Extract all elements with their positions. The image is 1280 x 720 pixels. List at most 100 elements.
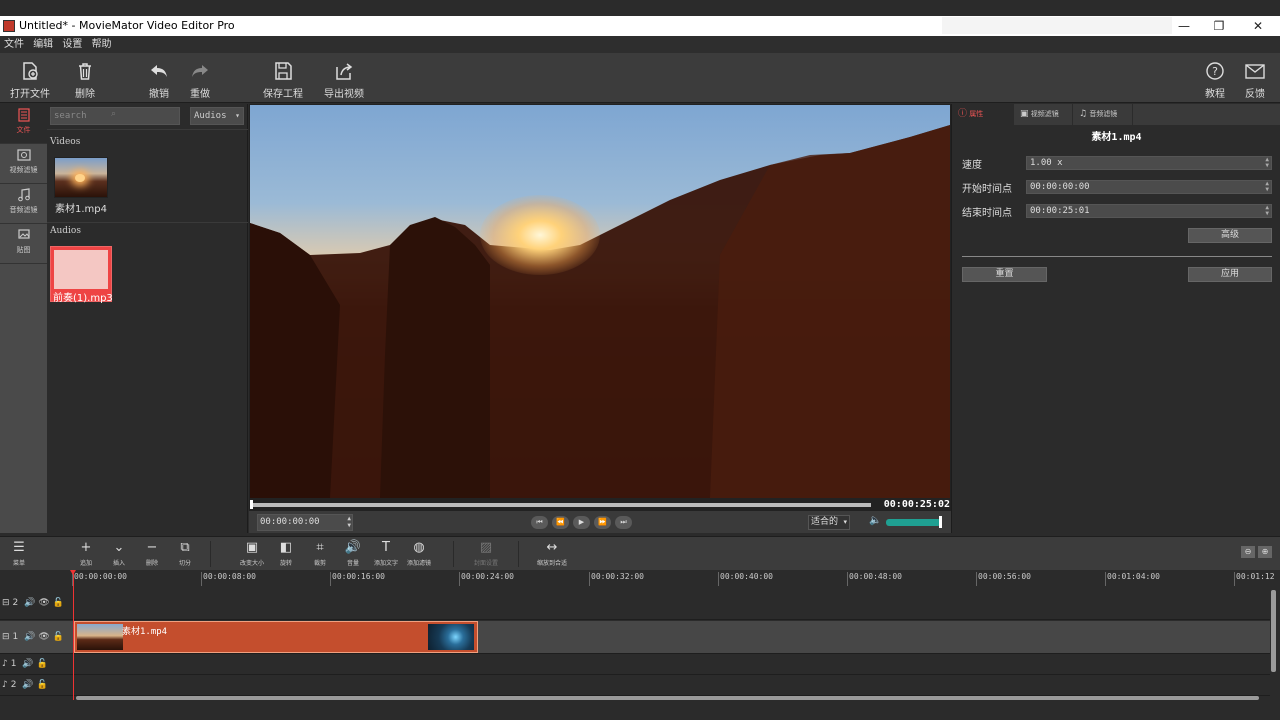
audio-track-icon: ♪ — [2, 659, 8, 669]
menu-edit[interactable]: 编辑 — [33, 36, 53, 53]
reset-button[interactable]: 重置 — [962, 267, 1047, 282]
crop-button[interactable]: ⌗ 裁剪 — [310, 541, 330, 568]
timecode-input[interactable]: 00:00:00:00 ▲ ▼ — [257, 514, 353, 531]
audio-track-1[interactable]: ♪ 1 🔊 🔓 — [0, 655, 1270, 675]
playhead-marker-icon[interactable] — [70, 570, 76, 575]
volume-icon[interactable]: 🔈 — [869, 515, 881, 526]
feedback-button[interactable]: 反馈 — [1241, 61, 1269, 100]
spin-arrows-icon[interactable]: ▲ ▼ — [1265, 157, 1269, 169]
split-button[interactable]: ⧉ 切分 — [175, 540, 195, 568]
progress-handle[interactable] — [250, 500, 253, 509]
tab-video-filters[interactable]: ▣ 视频滤镜 — [1014, 104, 1073, 125]
eye-icon[interactable]: 👁 — [38, 598, 49, 608]
skip-to-end-button[interactable]: ⏭ — [615, 516, 632, 529]
lock-icon[interactable]: 🔓 — [37, 659, 48, 669]
zoom-select[interactable]: 适合的 ▾ — [808, 515, 850, 530]
rotate-icon: ◧ — [279, 540, 293, 555]
zoom-in-button[interactable]: ⊕ — [1258, 546, 1272, 558]
close-button[interactable]: ✕ — [1249, 18, 1267, 34]
horizontal-scrollbar[interactable] — [76, 696, 1259, 700]
eraser-icon: ⧉ — [180, 540, 190, 555]
ruler-tick: 00:00:40:00 — [718, 572, 773, 586]
media-filter-select[interactable]: Audios ▾ — [190, 107, 244, 125]
eye-icon[interactable]: 👁 — [38, 632, 49, 642]
ruler-tick: 00:00:32:00 — [589, 572, 644, 586]
titlebar-blank-area — [942, 17, 1172, 34]
remove-button[interactable]: − 删除 — [142, 541, 162, 568]
menu-file[interactable]: 文件 — [4, 36, 24, 53]
playhead[interactable] — [73, 570, 74, 700]
fast-forward-button[interactable]: ⏩ — [594, 516, 611, 529]
maximize-button[interactable]: ❐ — [1210, 18, 1228, 34]
delete-button[interactable]: 删除 — [70, 61, 100, 100]
tab-sticker[interactable]: 贴图 — [0, 224, 47, 264]
skip-to-start-button[interactable]: ⏮ — [531, 516, 548, 529]
resize-icon: ▣ — [245, 540, 259, 555]
lock-icon[interactable]: 🔓 — [53, 632, 64, 642]
volume-button[interactable]: 🔊 音量 — [343, 541, 363, 568]
play-button[interactable]: ▶ — [573, 516, 590, 529]
audio-item-label: 前奏(1).mp3 — [53, 293, 113, 304]
speed-field[interactable]: 1.00 x ▲ ▼ — [1026, 156, 1272, 170]
tab-audio-filters[interactable]: ♫ 音频滤镜 — [1073, 104, 1133, 125]
mute-icon[interactable]: 🔊 — [22, 659, 33, 669]
timeline-clip[interactable]: 素材1.mp4 — [74, 621, 478, 653]
cover-settings-button[interactable]: ▨ 封面设置 — [471, 541, 501, 568]
timeline-menu-button[interactable]: ☰ 菜单 — [9, 541, 29, 568]
vertical-scrollbar[interactable] — [1271, 590, 1276, 672]
insert-button[interactable]: ⌄ 插入 — [109, 541, 129, 568]
timeline-toolbar: ☰ 菜单 + 追加 ⌄ 插入 − 删除 ⧉ 切分 ▣ 改变大小 ◧ 旋转 ⌗ 裁剪 🔊 音量 T添… — [0, 536, 1280, 570]
tab-properties[interactable]: ⓘ 属性 — [952, 104, 1014, 125]
lock-icon[interactable]: 🔓 — [37, 680, 48, 690]
track-header: ⊟ 1 🔊 👁 🔓 — [2, 632, 65, 642]
rotate-button[interactable]: ◧ 旋转 — [276, 540, 296, 568]
undo-button[interactable]: 撤销 — [145, 61, 173, 100]
lock-icon[interactable]: 🔓 — [53, 598, 64, 608]
fit-to-track-button[interactable]: ↔ 缩放到合适 — [534, 541, 570, 568]
rewind-button[interactable]: ⏪ — [552, 516, 569, 529]
save-project-button[interactable]: 保存工程 — [262, 61, 304, 100]
media-library: search ⌕ Audios ▾ Videos 素材1.mp4 Audios … — [47, 104, 248, 533]
open-file-button[interactable]: 打开文件 — [5, 61, 55, 100]
audio-thumbnail[interactable]: 前奏(1).mp3 — [50, 246, 113, 304]
end-time-field[interactable]: 00:00:25:01 ▲ ▼ — [1026, 204, 1272, 218]
help-icon: ? — [1204, 61, 1226, 81]
tab-audio-filter[interactable]: 音频滤镜 — [0, 184, 47, 224]
menu-help[interactable]: 帮助 — [92, 36, 112, 53]
mute-icon[interactable]: 🔊 — [24, 632, 35, 642]
append-button[interactable]: + 追加 — [76, 541, 96, 568]
mute-icon[interactable]: 🔊 — [22, 680, 33, 690]
playback-controls: 00:00:00:00 ▲ ▼ ⏮ ⏪ ▶ ⏩ ⏭ 适合的 ▾ 🔈 — [249, 511, 951, 533]
apply-button[interactable]: 应用 — [1188, 267, 1272, 282]
svg-text:?: ? — [1212, 65, 1218, 78]
advanced-button[interactable]: 高级 — [1188, 228, 1272, 243]
resize-button[interactable]: ▣ 改变大小 — [236, 540, 268, 568]
video-track-2[interactable]: ⊟ 2 🔊 👁 🔓 — [0, 587, 1270, 620]
volume-handle[interactable] — [939, 516, 942, 528]
audio-track-2[interactable]: ♪ 2 🔊 🔓 — [0, 676, 1270, 696]
start-time-field[interactable]: 00:00:00:00 ▲ ▼ — [1026, 180, 1272, 194]
zoom-out-button[interactable]: ⊖ — [1241, 546, 1255, 558]
track-header: ♪ 2 🔊 🔓 — [2, 680, 48, 690]
redo-button[interactable]: 重做 — [186, 61, 214, 100]
save-icon — [272, 61, 294, 81]
spin-arrows-icon[interactable]: ▲ ▼ — [1265, 181, 1269, 193]
export-video-button[interactable]: 导出视频 — [322, 61, 366, 100]
time-ruler[interactable]: 00:00:00:00 00:00:08:00 00:00:16:00 00:0… — [72, 570, 1280, 586]
add-filter-button[interactable]: ◍ 添加滤镜 — [404, 541, 434, 568]
mute-icon[interactable]: 🔊 — [24, 598, 35, 608]
video-preview[interactable] — [250, 105, 950, 498]
volume-slider[interactable] — [886, 519, 941, 526]
title-bar: Untitled* - MovieMator Video Editor Pro … — [0, 16, 1280, 36]
minimize-button[interactable]: — — [1175, 18, 1193, 34]
add-text-button[interactable]: T 添加文字 — [371, 541, 401, 568]
playback-progress-bar[interactable] — [251, 503, 871, 507]
spin-arrows-icon[interactable]: ▲ ▼ — [1265, 205, 1269, 217]
video-thumbnail[interactable] — [54, 157, 108, 198]
tutorial-button[interactable]: ? 教程 — [1201, 61, 1229, 100]
tab-file[interactable]: 文件 — [0, 104, 47, 144]
spin-arrows-icon[interactable]: ▲ ▼ — [347, 515, 351, 529]
menu-settings[interactable]: 设置 — [62, 36, 82, 53]
canyon-scene — [250, 125, 950, 498]
tab-video-filter[interactable]: 视频滤镜 — [0, 144, 47, 184]
